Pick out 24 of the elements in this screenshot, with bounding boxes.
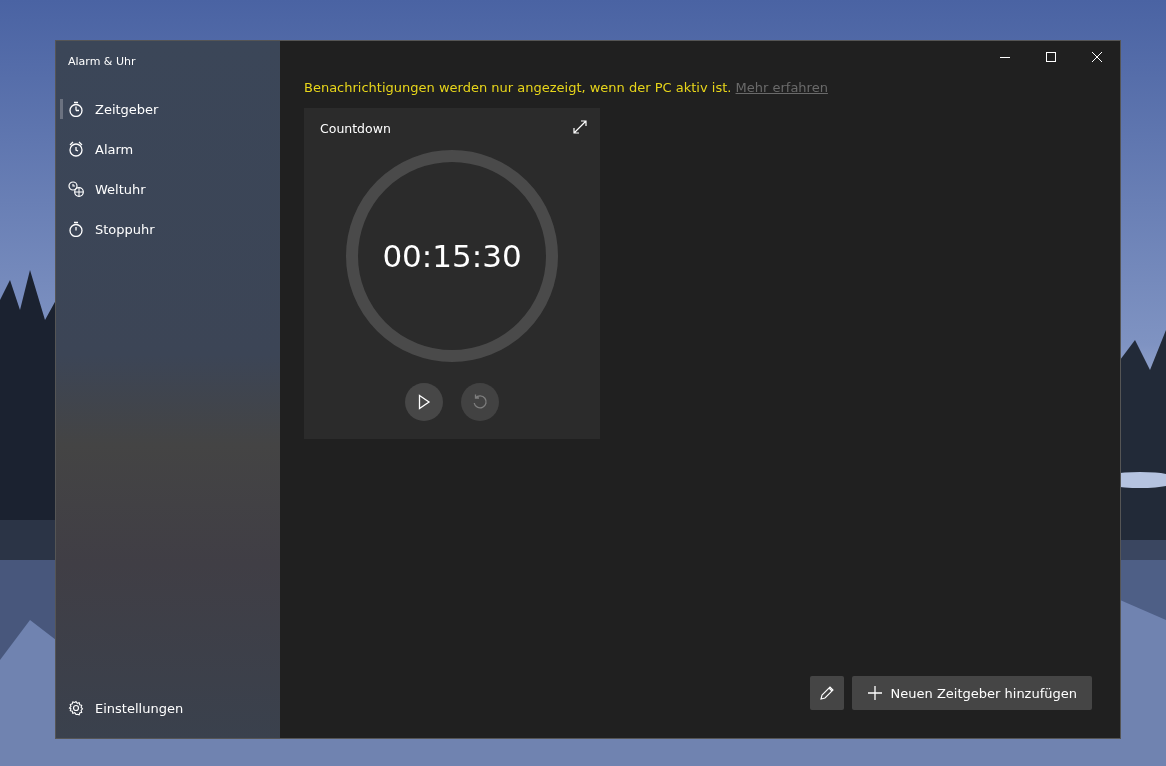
edit-button[interactable] xyxy=(809,676,844,710)
expand-icon[interactable] xyxy=(572,119,588,135)
clock-globe-icon xyxy=(68,181,84,197)
maximize-icon xyxy=(1045,51,1057,63)
stopwatch-icon xyxy=(68,221,84,237)
sidebar-item[interactable]: Stoppuhr xyxy=(56,209,280,249)
sidebar-item[interactable]: Alarm xyxy=(56,129,280,169)
close-icon xyxy=(1091,51,1103,63)
reset-icon xyxy=(471,393,489,411)
pencil-icon xyxy=(818,685,835,701)
settings-item[interactable]: Einstellungen xyxy=(56,688,280,728)
window-title: Alarm & Uhr xyxy=(67,54,137,70)
timer-title: Countdown xyxy=(319,120,391,136)
add-timer-button[interactable]: Neuen Zeitgeber hinzufügen xyxy=(851,676,1092,710)
timer-icon xyxy=(68,101,84,117)
notification-notice: Benachrichtigungen werden nur angezeigt, wenn der PC aktiv ist. xyxy=(304,80,732,95)
sidebar-item[interactable]: Weltuhr xyxy=(56,169,280,209)
plus-icon xyxy=(866,685,883,701)
play-button[interactable] xyxy=(405,383,443,421)
alarm-clock-icon xyxy=(68,141,84,157)
settings-icon xyxy=(68,700,84,716)
play-icon xyxy=(416,394,432,410)
countdown-time: 00:15:30 xyxy=(382,238,522,274)
sidebar-item[interactable]: Zeitgeber xyxy=(56,89,280,129)
